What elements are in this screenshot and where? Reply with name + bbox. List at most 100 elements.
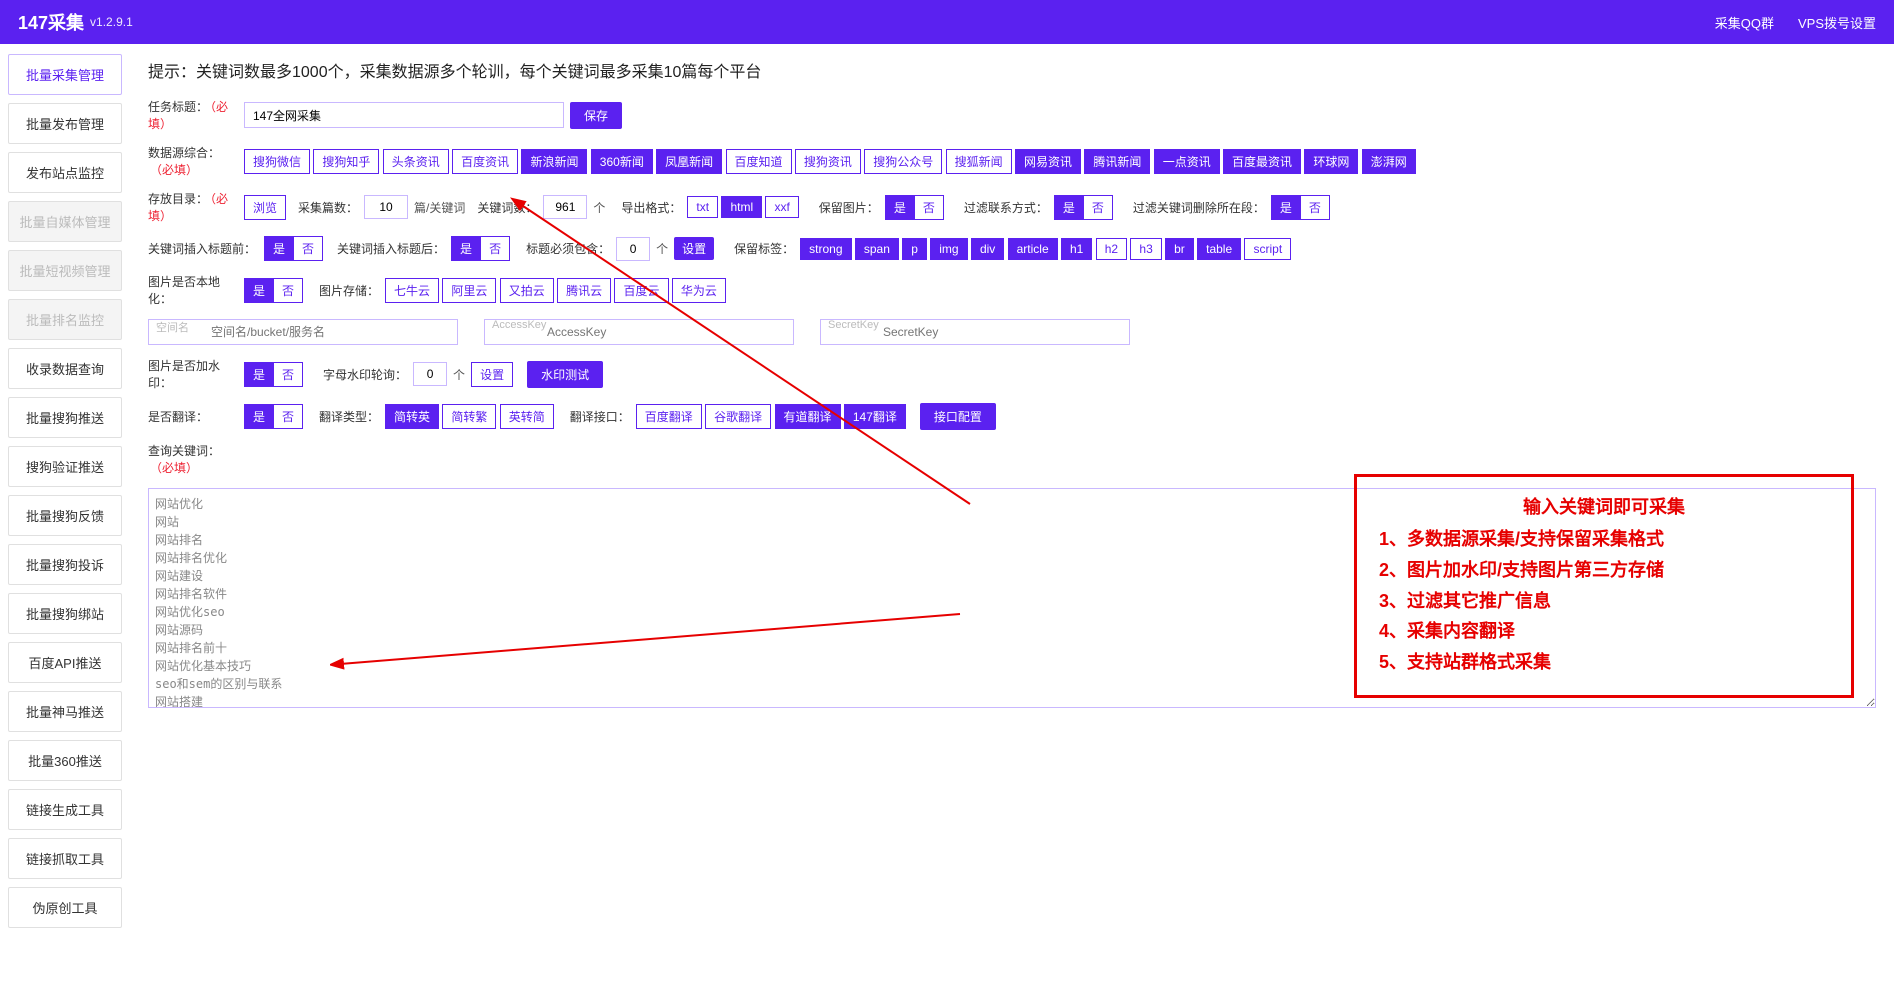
source-tag-7[interactable]: 百度知道 <box>726 149 792 174</box>
trans-type-0[interactable]: 简转英 <box>385 404 439 429</box>
sidebar-item-12[interactable]: 百度API推送 <box>8 642 122 683</box>
source-tag-3[interactable]: 百度资讯 <box>452 149 518 174</box>
translate-toggle[interactable]: 是否 <box>244 404 303 429</box>
label-collect-count: 采集篇数： <box>298 199 358 216</box>
sidebar-item-16[interactable]: 链接抓取工具 <box>8 838 122 879</box>
keep-tag-2[interactable]: p <box>902 238 927 260</box>
source-tag-16[interactable]: 澎湃网 <box>1362 149 1416 174</box>
kw-pre-toggle[interactable]: 是否 <box>264 236 323 261</box>
task-title-input[interactable] <box>244 102 564 128</box>
cloud-0[interactable]: 七牛云 <box>385 278 439 303</box>
api-config-button[interactable]: 接口配置 <box>920 403 996 430</box>
cloud-2[interactable]: 又拍云 <box>500 278 554 303</box>
wm-count-input[interactable] <box>413 362 447 386</box>
label-keep-img: 保留图片： <box>819 199 879 216</box>
label-store-dir: 存放目录：（必填） <box>148 190 238 224</box>
source-tag-2[interactable]: 头条资讯 <box>383 149 449 174</box>
sidebar-item-9[interactable]: 批量搜狗反馈 <box>8 495 122 536</box>
keep-tag-4[interactable]: div <box>971 238 1004 260</box>
kw-post-toggle[interactable]: 是否 <box>451 236 510 261</box>
sidebar-item-14[interactable]: 批量360推送 <box>8 740 122 781</box>
keep-img-toggle[interactable]: 是否 <box>885 195 944 220</box>
source-tag-0[interactable]: 搜狗微信 <box>244 149 310 174</box>
keep-tag-5[interactable]: article <box>1008 238 1058 260</box>
label-watermark: 图片是否加水印： <box>148 357 238 391</box>
source-tag-11[interactable]: 网易资讯 <box>1015 149 1081 174</box>
export-fmt-1[interactable]: html <box>721 196 762 218</box>
source-tag-1[interactable]: 搜狗知乎 <box>313 149 379 174</box>
sidebar-item-10[interactable]: 批量搜狗投诉 <box>8 544 122 585</box>
source-tag-5[interactable]: 360新闻 <box>591 149 653 174</box>
trans-api-2[interactable]: 有道翻译 <box>775 404 841 429</box>
cloud-5[interactable]: 华为云 <box>672 278 726 303</box>
browse-button[interactable]: 浏览 <box>244 195 286 220</box>
source-tag-6[interactable]: 凤凰新闻 <box>656 149 722 174</box>
keep-tag-11[interactable]: script <box>1244 238 1291 260</box>
title-contain-set[interactable]: 设置 <box>674 237 714 260</box>
trans-api-0[interactable]: 百度翻译 <box>636 404 702 429</box>
wm-set-button[interactable]: 设置 <box>471 362 513 387</box>
cloud-4[interactable]: 百度云 <box>614 278 668 303</box>
main-panel: 提示：关键词数最多1000个，采集数据源多个轮训，每个关键词最多采集10篇每个平… <box>130 44 1894 946</box>
app-brand: 147采集 <box>18 9 84 35</box>
save-button[interactable]: 保存 <box>570 102 622 129</box>
label-translate: 是否翻译： <box>148 408 238 425</box>
keep-tag-9[interactable]: br <box>1165 238 1194 260</box>
keep-tag-6[interactable]: h1 <box>1061 238 1092 260</box>
title-contain-input[interactable] <box>616 237 650 261</box>
accesskey-input[interactable] <box>484 319 794 345</box>
source-tag-15[interactable]: 环球网 <box>1304 149 1358 174</box>
trans-api-3[interactable]: 147翻译 <box>844 404 906 429</box>
secretkey-input[interactable] <box>820 319 1130 345</box>
export-fmt-0[interactable]: txt <box>687 196 718 218</box>
source-tag-9[interactable]: 搜狗公众号 <box>864 149 942 174</box>
header-link-qq[interactable]: 采集QQ群 <box>1715 13 1774 32</box>
wm-test-button[interactable]: 水印测试 <box>527 361 603 388</box>
sidebar-item-2[interactable]: 发布站点监控 <box>8 152 122 193</box>
sidebar-item-15[interactable]: 链接生成工具 <box>8 789 122 830</box>
cloud-1[interactable]: 阿里云 <box>442 278 496 303</box>
keep-tag-1[interactable]: span <box>855 238 899 260</box>
space-input[interactable] <box>148 319 458 345</box>
filter-kw-para-toggle[interactable]: 是否 <box>1271 195 1330 220</box>
keep-tag-8[interactable]: h3 <box>1130 238 1161 260</box>
sidebar-item-13[interactable]: 批量神马推送 <box>8 691 122 732</box>
label-sources: 数据源综合：（必填） <box>148 144 238 178</box>
label-filter-kw-para: 过滤关键词删除所在段： <box>1133 199 1265 216</box>
filter-contact-toggle[interactable]: 是否 <box>1054 195 1113 220</box>
label-trans-api: 翻译接口： <box>570 408 630 425</box>
kw-count-input[interactable] <box>543 195 587 219</box>
trans-type-1[interactable]: 简转繁 <box>442 404 496 429</box>
sidebar-item-17[interactable]: 伪原创工具 <box>8 887 122 928</box>
unit-ge: 个 <box>593 199 605 216</box>
app-version: v1.2.9.1 <box>90 15 133 29</box>
source-tag-12[interactable]: 腾讯新闻 <box>1084 149 1150 174</box>
keep-tag-10[interactable]: table <box>1197 238 1241 260</box>
img-local-toggle[interactable]: 是否 <box>244 278 303 303</box>
sidebar-item-6[interactable]: 收录数据查询 <box>8 348 122 389</box>
trans-type-2[interactable]: 英转简 <box>500 404 554 429</box>
sidebar-item-11[interactable]: 批量搜狗绑站 <box>8 593 122 634</box>
source-tag-10[interactable]: 搜狐新闻 <box>946 149 1012 174</box>
source-tag-14[interactable]: 百度最资讯 <box>1223 149 1301 174</box>
keep-tag-3[interactable]: img <box>930 238 967 260</box>
header-link-vps[interactable]: VPS拨号设置 <box>1798 13 1876 32</box>
sidebar-item-4: 批量短视频管理 <box>8 250 122 291</box>
source-tag-4[interactable]: 新浪新闻 <box>521 149 587 174</box>
watermark-toggle[interactable]: 是否 <box>244 362 303 387</box>
source-tag-13[interactable]: 一点资讯 <box>1154 149 1220 174</box>
keep-tag-7[interactable]: h2 <box>1096 238 1127 260</box>
collect-count-input[interactable] <box>364 195 408 219</box>
app-header: 147采集 v1.2.9.1 采集QQ群 VPS拨号设置 <box>0 0 1894 44</box>
cloud-3[interactable]: 腾讯云 <box>557 278 611 303</box>
keywords-textarea[interactable] <box>148 488 1876 708</box>
unit-per-kw: 篇/关键词 <box>414 199 465 216</box>
sidebar-item-0[interactable]: 批量采集管理 <box>8 54 122 95</box>
sidebar-item-8[interactable]: 搜狗验证推送 <box>8 446 122 487</box>
trans-api-1[interactable]: 谷歌翻译 <box>705 404 771 429</box>
keep-tag-0[interactable]: strong <box>800 238 851 260</box>
sidebar-item-7[interactable]: 批量搜狗推送 <box>8 397 122 438</box>
sidebar-item-1[interactable]: 批量发布管理 <box>8 103 122 144</box>
source-tag-8[interactable]: 搜狗资讯 <box>795 149 861 174</box>
export-fmt-2[interactable]: xxf <box>765 196 798 218</box>
